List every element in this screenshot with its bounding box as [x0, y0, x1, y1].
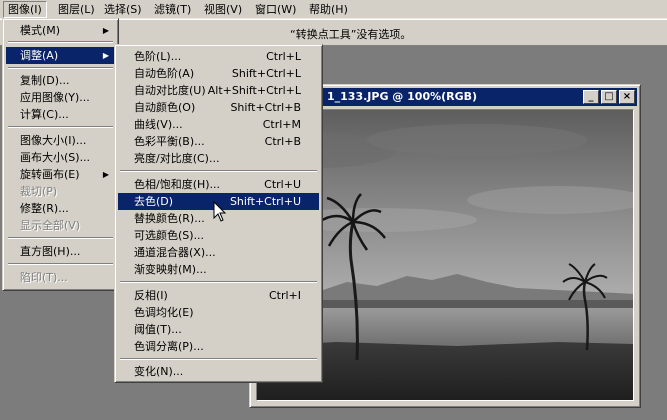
adjust-item-brightness-contrast[interactable]: 亮度/对比度(C)... [118, 150, 319, 167]
menu-separator [120, 281, 317, 283]
adjust-item-selective-color[interactable]: 可选颜色(S)... [118, 227, 319, 244]
adjust-item-auto-levels[interactable]: 自动色阶(A) Shift+Ctrl+L [118, 65, 319, 82]
menu-separator [8, 237, 113, 239]
adjust-item-channel-mixer[interactable]: 通道混合器(X)... [118, 244, 319, 261]
triangle-right-icon: ▶ [102, 170, 109, 179]
menu-separator [8, 41, 113, 43]
menu-image[interactable]: 图像(I) [3, 1, 47, 18]
menu-bar: 图像(I) 图层(L) 选择(S) 滤镜(T) 视图(V) 窗口(W) 帮助(H… [0, 0, 667, 19]
triangle-right-icon: ▶ [102, 26, 109, 35]
menu-separator [8, 67, 113, 69]
adjust-item-gradient-map[interactable]: 渐变映射(M)... [118, 261, 319, 278]
adjust-item-invert[interactable]: 反相(I) Ctrl+I [118, 287, 319, 304]
image-menu-item-duplicate[interactable]: 复制(D)... [6, 72, 115, 89]
menu-filter[interactable]: 滤镜(T) [150, 1, 195, 18]
triangle-right-icon: ▶ [102, 51, 109, 60]
image-menu-item-rotate-canvas[interactable]: 旋转画布(E) ▶ [6, 166, 115, 183]
menu-separator [120, 358, 317, 360]
menu-separator [8, 126, 113, 128]
adjust-item-auto-contrast[interactable]: 自动对比度(U) Alt+Shift+Ctrl+L [118, 82, 319, 99]
maximize-button[interactable]: □ [601, 90, 617, 104]
options-bar-text: “转换点工具”没有选项。 [290, 28, 412, 41]
adjust-item-levels[interactable]: 色阶(L)... Ctrl+L [118, 48, 319, 65]
menu-view[interactable]: 视图(V) [200, 1, 246, 18]
adjust-item-threshold[interactable]: 阈值(T)... [118, 321, 319, 338]
image-menu-item-adjust[interactable]: 调整(A) ▶ [6, 47, 115, 64]
adjust-item-auto-color[interactable]: 自动颜色(O) Shift+Ctrl+B [118, 99, 319, 116]
menu-separator [120, 170, 317, 172]
image-menu-item-histogram[interactable]: 直方图(H)... [6, 243, 115, 260]
image-menu-item-calculations[interactable]: 计算(C)... [6, 106, 115, 123]
menu-help[interactable]: 帮助(H) [305, 1, 352, 18]
image-menu-item-apply-image[interactable]: 应用图像(Y)... [6, 89, 115, 106]
arrow-cursor-icon [213, 201, 227, 222]
image-menu-item-canvas-size[interactable]: 画布大小(S)... [6, 149, 115, 166]
adjust-item-equalize[interactable]: 色调均化(E) [118, 304, 319, 321]
image-menu-item-trap: 陷印(T)... [20, 271, 68, 284]
adjust-item-variations[interactable]: 变化(N)... [118, 363, 319, 380]
adjust-item-hue-saturation[interactable]: 色相/饱和度(H)... Ctrl+U [118, 176, 319, 193]
adjust-item-posterize[interactable]: 色调分离(P)... [118, 338, 319, 355]
adjust-item-color-balance[interactable]: 色彩平衡(B)... Ctrl+B [118, 133, 319, 150]
menu-select[interactable]: 选择(S) [100, 1, 146, 18]
close-button[interactable]: × [619, 90, 635, 104]
menu-separator [8, 263, 113, 265]
minimize-button[interactable]: _ [583, 90, 599, 104]
adjust-item-curves[interactable]: 曲线(V)... Ctrl+M [118, 116, 319, 133]
menu-layer[interactable]: 图层(L) [54, 1, 99, 18]
image-menu: 模式(M) ▶ 调整(A) ▶ 复制(D)... 应用图像(Y)... 计算(C… [2, 18, 119, 291]
image-menu-item-mode[interactable]: 模式(M) ▶ [6, 22, 115, 39]
menu-window[interactable]: 窗口(W) [251, 1, 300, 18]
image-menu-item-image-size[interactable]: 图像大小(I)... [6, 132, 115, 149]
image-menu-item-reveal-all: 显示全部(V) [20, 219, 81, 232]
image-menu-item-trim[interactable]: 修整(R)... [6, 200, 115, 217]
image-menu-item-crop: 裁切(P) [20, 185, 58, 198]
document-title: 1_133.JPG @ 100%(RGB) [327, 90, 478, 103]
